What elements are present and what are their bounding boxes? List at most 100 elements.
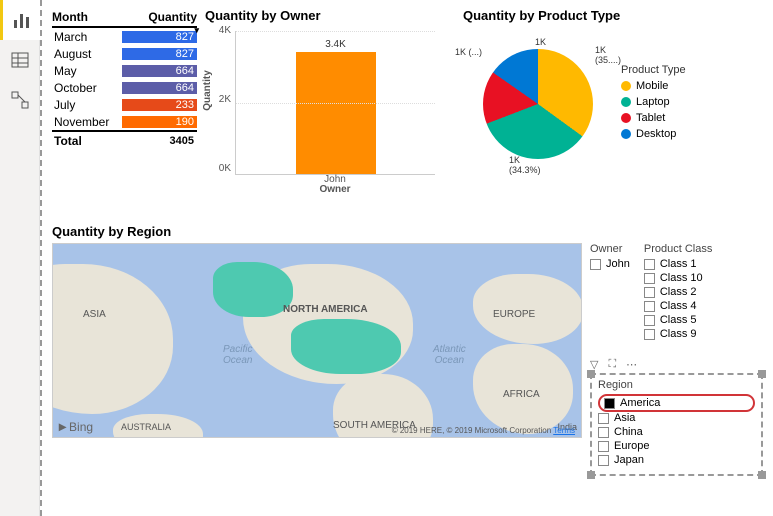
map-label: AUSTRALIA xyxy=(121,422,171,432)
bing-logo: ▸Bing xyxy=(59,418,93,435)
checkbox-icon[interactable] xyxy=(598,413,609,424)
map-ocean: Atlantic Ocean xyxy=(433,344,466,366)
legend-swatch xyxy=(621,81,631,91)
slicer-item-label: Class 9 xyxy=(660,328,697,340)
owner-slicer[interactable]: Owner John xyxy=(590,243,630,342)
slicer-item[interactable]: America xyxy=(598,394,755,412)
pie-legend: Product Type Mobile Laptop Tablet Desktop xyxy=(621,64,686,144)
slicer-item-label: Japan xyxy=(614,454,644,466)
slicer-item-label: Class 2 xyxy=(660,286,697,298)
map-label: NORTH AMERICA xyxy=(283,304,368,315)
bar-title: Quantity by Owner xyxy=(205,8,455,23)
legend-label: Desktop xyxy=(636,128,676,140)
product-class-slicer[interactable]: Product Class Class 1 Class 10 Class 2 Clas… xyxy=(644,243,712,342)
slicer-item[interactable]: Europe xyxy=(598,440,755,452)
bar-chart[interactable]: Quantity by Owner Quantity 4K 2K 0K 3.4K… xyxy=(205,8,455,218)
slicer-item-label: Class 10 xyxy=(660,272,703,284)
checkbox-icon[interactable] xyxy=(598,441,609,452)
slicer-item[interactable]: Class 2 xyxy=(644,286,712,298)
slicer-item-label: Class 4 xyxy=(660,300,697,312)
nav-rail xyxy=(0,0,40,516)
slicer-item[interactable]: Class 9 xyxy=(644,328,712,340)
checkbox-icon[interactable] xyxy=(644,329,655,340)
cell-qty: 827 xyxy=(122,48,197,60)
checkbox-icon[interactable] xyxy=(644,259,655,270)
slicer-item-label: China xyxy=(614,426,643,438)
focus-icon[interactable]: ⛶ xyxy=(608,358,616,371)
checkbox-icon[interactable] xyxy=(598,427,609,438)
nav-data[interactable] xyxy=(0,40,40,80)
terms-link[interactable]: Terms xyxy=(553,426,575,435)
map-label: AFRICA xyxy=(503,389,540,400)
cell-qty: 190 xyxy=(122,116,197,128)
table-row[interactable]: July233 xyxy=(52,96,197,113)
table-row[interactable]: May664 xyxy=(52,62,197,79)
cell-month: November xyxy=(52,115,122,129)
slicer-item-label: John xyxy=(606,258,630,270)
checkbox-icon[interactable] xyxy=(644,273,655,284)
nav-model[interactable] xyxy=(0,80,40,120)
x-category: JohnOwner xyxy=(235,175,435,195)
table-row[interactable]: November190 xyxy=(52,113,197,130)
report-canvas: Month Quantity March827August827May664Oc… xyxy=(40,0,773,516)
legend-item[interactable]: Mobile xyxy=(621,80,686,92)
checkbox-icon[interactable] xyxy=(644,287,655,298)
region-slicer[interactable]: Region America Asia China Europe Japan xyxy=(590,373,763,476)
slicer-item[interactable]: Class 4 xyxy=(644,300,712,312)
slicer-title: Region xyxy=(598,379,755,391)
slicer-item[interactable]: Class 1 xyxy=(644,258,712,270)
legend-label: Laptop xyxy=(636,96,670,108)
slicer-item[interactable]: Class 5 xyxy=(644,314,712,326)
pie-graphic[interactable] xyxy=(483,49,593,159)
slicer-toolbar: ▽ ⛶ ⋯ xyxy=(590,358,763,371)
slicer-item[interactable]: Class 10 xyxy=(644,272,712,284)
legend-item[interactable]: Laptop xyxy=(621,96,686,108)
cell-qty: 664 xyxy=(122,65,197,77)
pie-dl: 1K (34.3%) xyxy=(509,155,541,175)
ytick: 4K xyxy=(205,25,231,36)
legend-swatch xyxy=(621,113,631,123)
bar-value-label: 3.4K xyxy=(236,39,435,50)
slicer-item-label: Europe xyxy=(614,440,649,452)
legend-title: Product Type xyxy=(621,64,686,76)
legend-label: Tablet xyxy=(636,112,665,124)
slicer-item[interactable]: Asia xyxy=(598,412,755,424)
table-row[interactable]: March827 xyxy=(52,28,197,45)
checkbox-icon[interactable] xyxy=(604,398,615,409)
slicer-item[interactable]: Japan xyxy=(598,454,755,466)
bar-john[interactable] xyxy=(296,52,376,174)
cell-month: March xyxy=(52,30,122,44)
checkbox-icon[interactable] xyxy=(598,455,609,466)
legend-item[interactable]: Desktop xyxy=(621,128,686,140)
nav-report[interactable] xyxy=(0,0,40,40)
legend-swatch xyxy=(621,97,631,107)
checkbox-icon[interactable] xyxy=(644,315,655,326)
table-row[interactable]: August827 xyxy=(52,45,197,62)
slicer-item-label: Asia xyxy=(614,412,635,424)
map-label: ASIA xyxy=(83,309,106,320)
cell-qty: 233 xyxy=(122,99,197,111)
pie-chart[interactable]: Quantity by Product Type 1K 1K (35....) … xyxy=(463,8,763,218)
slicer-item-label: America xyxy=(620,397,660,409)
pie-dl: 1K (35....) xyxy=(595,45,621,65)
ytick: 2K xyxy=(205,94,231,105)
checkbox-icon[interactable] xyxy=(590,259,601,270)
cell-month: May xyxy=(52,64,122,78)
slicer-title: Product Class xyxy=(644,243,712,255)
total-label: Total xyxy=(52,134,122,148)
table-row[interactable]: October664 xyxy=(52,79,197,96)
slicer-item[interactable]: John xyxy=(590,258,630,270)
cell-month: October xyxy=(52,81,122,95)
slicer-item[interactable]: China xyxy=(598,426,755,438)
map-visual[interactable]: ASIA NORTH AMERICA EUROPE AFRICA SOUTH A… xyxy=(52,243,582,438)
cell-qty: 664 xyxy=(122,82,197,94)
slicer-item-label: Class 5 xyxy=(660,314,697,326)
legend-item[interactable]: Tablet xyxy=(621,112,686,124)
map-label: EUROPE xyxy=(493,309,535,320)
ytick: 0K xyxy=(205,163,231,174)
th-month[interactable]: Month xyxy=(52,10,122,24)
more-icon[interactable]: ⋯ xyxy=(626,358,637,371)
checkbox-icon[interactable] xyxy=(644,301,655,312)
table-visual[interactable]: Month Quantity March827August827May664Oc… xyxy=(52,8,197,218)
th-quantity[interactable]: Quantity xyxy=(122,10,197,24)
